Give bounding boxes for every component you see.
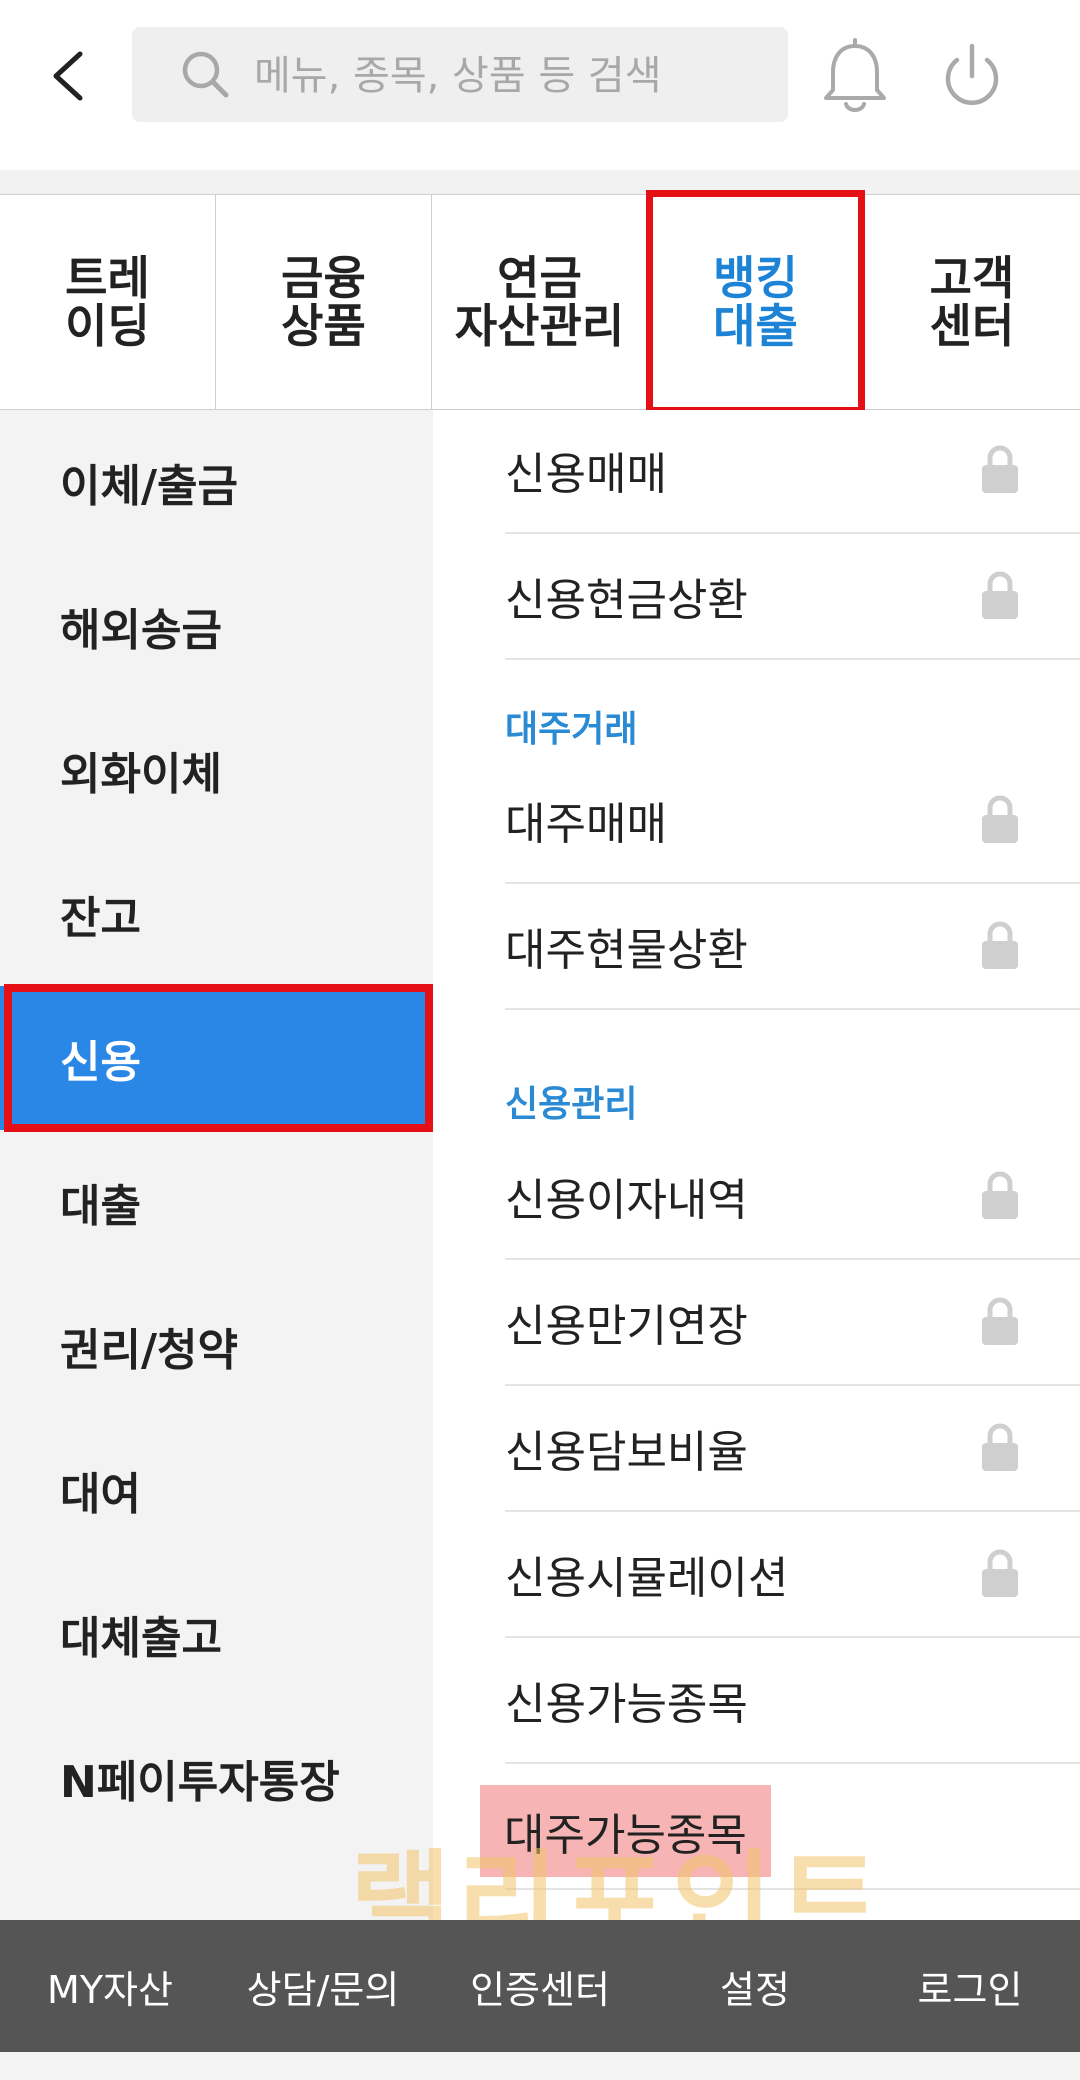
list-item-label: 신용가능종목 [505, 1679, 748, 1730]
lock-icon [982, 1171, 1018, 1219]
sidebar-item-fx-transfer[interactable]: 외화이체 [0, 698, 433, 842]
tab-customer-center[interactable]: 고객 센터 [864, 195, 1080, 409]
tab-banking-loan[interactable]: 뱅킹 대출 [646, 190, 865, 414]
chevron-left-icon [53, 51, 83, 101]
bell-icon [824, 38, 886, 112]
bottom-nav: MY자산 상담/문의 인증센터 설정 로그인 [0, 1920, 1080, 2052]
sidebar-item-npay-account[interactable]: N페이투자통장 [0, 1706, 433, 1850]
lock-icon [982, 1297, 1018, 1345]
list-item[interactable]: 대주현물상환 [505, 884, 1080, 1010]
sidebar-item-credit[interactable]: 신용 [0, 984, 433, 1132]
sidebar-item-balance[interactable]: 잔고 [0, 842, 433, 986]
power-icon [945, 43, 999, 105]
sidebar-item-transfer[interactable]: 이체/출금 [0, 410, 433, 554]
search-box[interactable] [132, 27, 788, 124]
list-item-label: 신용현금상환 [505, 575, 748, 626]
lock-icon [982, 571, 1018, 619]
lock-icon [982, 1549, 1018, 1597]
list-item-label: 대주매매 [505, 799, 667, 850]
sidebar-item-transfer-out[interactable]: 대체출고 [0, 1562, 433, 1706]
list-item-label: 대주가능종목 [504, 1810, 747, 1861]
bottom-nav-consult[interactable]: 상담/문의 [228, 1920, 418, 2052]
list-item[interactable]: 신용만기연장 [505, 1260, 1080, 1386]
section-heading: 신용관리 [505, 1084, 638, 1125]
header [0, 0, 1080, 170]
sidebar-item-lending[interactable]: 대여 [0, 1418, 433, 1562]
bottom-nav-auth-center[interactable]: 인증센터 [440, 1920, 640, 2052]
lock-icon [982, 445, 1018, 493]
bottom-nav-my-assets[interactable]: MY자산 [20, 1920, 200, 2052]
search-input[interactable] [252, 27, 776, 124]
top-tab-bar: 트레 이딩 금융 상품 연금 자산관리 뱅킹 대출 고객 센터 [0, 190, 1080, 414]
power-button[interactable] [935, 38, 1009, 118]
list-item[interactable]: 신용담보비율 [505, 1386, 1080, 1512]
notification-button[interactable] [818, 38, 892, 118]
submenu-panel: 신용매매 신용현금상환 대주거래 대주매매 대주현물상환 신용관리 신용이자내역… [433, 410, 1080, 1920]
bottom-nav-login[interactable]: 로그인 [880, 1920, 1060, 2052]
lock-icon [982, 795, 1018, 843]
back-button[interactable] [38, 40, 98, 112]
list-item-label: 신용매매 [505, 449, 667, 500]
header-divider [0, 170, 1080, 194]
list-item-label: 신용담보비율 [505, 1427, 748, 1478]
tab-financial-products[interactable]: 금융 상품 [216, 195, 432, 409]
bottom-spacer [0, 2052, 1080, 2080]
tab-trading[interactable]: 트레 이딩 [0, 195, 216, 409]
lock-icon [982, 1423, 1018, 1471]
sidebar-item-loan[interactable]: 대출 [0, 1130, 433, 1274]
list-item[interactable]: 신용매매 [505, 410, 1080, 534]
list-item-label: 신용이자내역 [505, 1175, 748, 1226]
list-item[interactable]: 신용가능종목 [505, 1638, 1080, 1764]
bottom-nav-settings[interactable]: 설정 [680, 1920, 830, 2052]
highlighted-list-item[interactable]: 대주가능종목 [480, 1785, 771, 1877]
search-icon [182, 51, 229, 98]
list-item[interactable]: 신용시뮬레이션 [505, 1512, 1080, 1638]
sidebar-item-rights[interactable]: 권리/청약 [0, 1274, 433, 1418]
list-item-label: 신용만기연장 [505, 1301, 748, 1352]
tab-pension-asset[interactable]: 연금 자산관리 [432, 195, 648, 409]
section-heading: 대주거래 [505, 709, 638, 750]
list-item-label: 대주현물상환 [505, 925, 748, 976]
sidebar: 이체/출금 해외송금 외화이체 잔고 신용 대출 권리/청약 대여 대체출고 N… [0, 410, 433, 1920]
list-item[interactable]: 신용현금상환 [505, 534, 1080, 660]
lock-icon [982, 921, 1018, 969]
list-item[interactable]: 신용이자내역 [505, 1134, 1080, 1260]
list-item-label: 신용시뮬레이션 [505, 1553, 789, 1604]
list-item[interactable]: 대주매매 [505, 758, 1080, 884]
sidebar-item-overseas-remit[interactable]: 해외송금 [0, 554, 433, 698]
